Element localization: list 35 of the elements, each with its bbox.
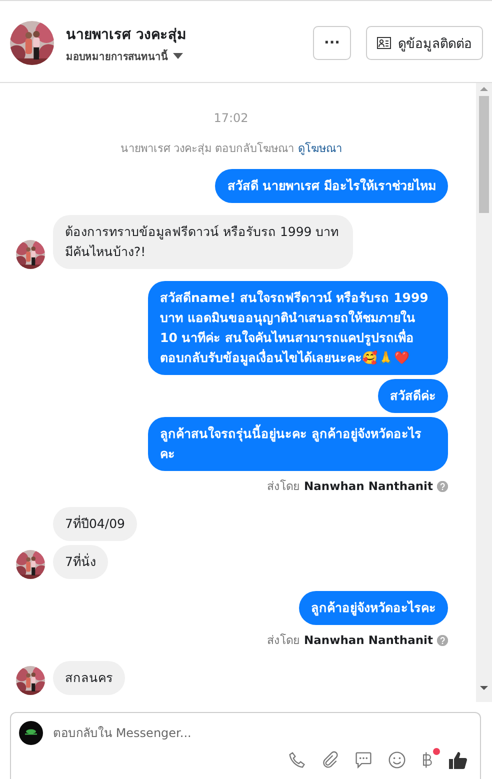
message-bubble: ลูกค้าอยู่จังหวัดอะไรคะ	[299, 591, 448, 625]
phone-icon[interactable]	[288, 751, 306, 769]
scrollbar[interactable]	[476, 83, 492, 702]
message-bubble: สวัสดีค่ะ	[378, 379, 448, 413]
view-contact-button[interactable]: ดูข้อมูลติดต่อ	[366, 26, 483, 60]
caret-icon	[173, 53, 183, 59]
payment-icon[interactable]	[421, 751, 433, 769]
page-logo-icon	[19, 721, 43, 745]
contact-card-icon	[377, 37, 391, 49]
message-bubble: 7ที่นั่ง	[53, 545, 108, 579]
more-button[interactable]: ···	[313, 26, 351, 60]
assign-dropdown[interactable]: มอบหมายการสนทนานี้	[66, 48, 183, 64]
help-icon[interactable]	[437, 480, 448, 492]
contact-name: นายพาเรศ วงคะสุ่ม	[66, 26, 187, 44]
message-bubble: ลูกค้าสนใจรถรุ่นนี้อยู่นะคะ ลูกค้าอยู่จังหวัดอะไรคะ	[148, 417, 448, 471]
thumbs-up-icon[interactable]	[448, 750, 468, 770]
message-bubble: สวัสดี นายพาเรศ มีอะไรให้เราช่วยไหม	[215, 169, 448, 203]
message-bubble: สกลนคร	[53, 661, 125, 695]
smiley-icon[interactable]	[388, 751, 406, 769]
scrollbar-thumb[interactable]	[479, 96, 489, 213]
message-bubble: 7ที่ปี04/09	[53, 507, 137, 541]
message-bubble: สวัสดีname! สนใจรถฟรีดาวน์ หรือรับรถ 1999 บาท แอดมินขออนุญาตินำเสนอรถให้ชมภายใน 10 นาทีค่ะ สนใจคันไหนสามารถแคปรูปรถเพื่อตอบกลับรับข้อมูลเงื่อนไขได้เลยนะคะ🥰🙏❤	[148, 281, 448, 375]
ad-reply-notice: นายพาเรศ วงคะสุ่ม ตอบกลับโฆษณา ดูโฆษณา	[120, 141, 342, 157]
scroll-up-icon[interactable]	[480, 87, 488, 91]
scroll-down-icon[interactable]	[480, 686, 488, 690]
sent-by-label: ส่งโดย	[267, 632, 300, 649]
chat-bubble-icon[interactable]	[354, 751, 373, 769]
timestamp: 17:02	[214, 111, 248, 125]
sender-name: Nanwhan Nanthanit	[304, 479, 433, 493]
help-icon[interactable]	[437, 634, 448, 646]
paperclip-icon[interactable]	[321, 751, 339, 769]
sender-name: Nanwhan Nanthanit	[304, 633, 433, 647]
message-bubble: ต้องการทราบข้อมูลฟรีดาวน์ หรือรับรถ 1999 บาท มีคันไหนบ้าง?!	[53, 215, 353, 269]
sent-by-label: ส่งโดย	[267, 478, 300, 495]
view-ad-link[interactable]: ดูโฆษณา	[298, 142, 342, 155]
